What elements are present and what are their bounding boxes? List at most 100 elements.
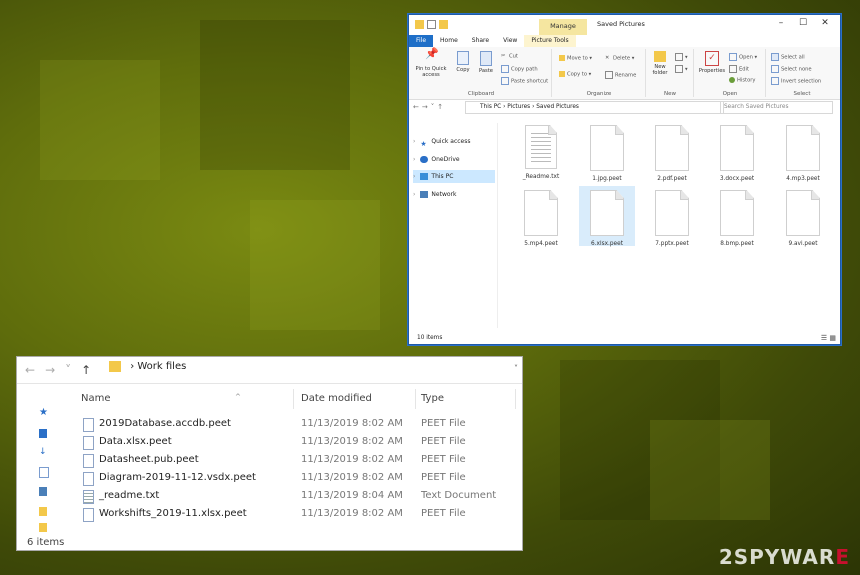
select-all-button[interactable]: Select all — [771, 53, 805, 61]
clipboard-group-label: Clipboard — [467, 91, 495, 97]
file-type: Text Document — [421, 490, 497, 501]
expand-chevron-icon[interactable]: › — [413, 191, 415, 198]
file-tile[interactable]: 8.bmp.peet — [709, 186, 765, 247]
column-type[interactable]: Type — [421, 393, 444, 404]
minimize-button[interactable]: – — [770, 18, 792, 28]
invert-selection-button[interactable]: Invert selection — [771, 77, 821, 85]
file-name: 3.docx.peet — [719, 176, 755, 182]
file-row[interactable]: Workshifts_2019-11.xlsx.peet 11/13/2019 8… — [75, 505, 515, 523]
up-arrow-icon[interactable]: ↑ — [437, 103, 446, 111]
tab-share[interactable]: Share — [465, 35, 496, 47]
back-arrow-icon[interactable]: ← — [413, 103, 422, 111]
expand-chevron-icon[interactable]: › — [413, 156, 415, 163]
expand-chevron-icon[interactable]: › — [413, 173, 415, 180]
nav-item-network[interactable]: › Network — [413, 188, 495, 201]
paste-button[interactable]: Paste — [475, 51, 497, 74]
address-bar[interactable]: This PC › Pictures › Saved Pictures — [465, 101, 724, 114]
file-tile[interactable]: 1.jpg.peet — [579, 121, 635, 182]
nav-label: Quick access — [431, 138, 471, 145]
work-files-window: ← → ˅ ↑ › Work files ˅ ★ ↓ ^ Name Date modi… — [16, 356, 523, 551]
file-tile[interactable]: 7.pptx.peet — [644, 186, 700, 247]
download-icon[interactable]: ↓ — [39, 447, 47, 457]
delete-button[interactable]: ✕ Delete ▾ — [605, 55, 634, 62]
recent-chevron-icon[interactable]: ˅ — [65, 363, 71, 377]
large-icons-view-icon[interactable]: ▦ — [829, 334, 836, 342]
copy-button[interactable]: Copy — [453, 51, 473, 73]
crumb-this-pc[interactable]: This PC — [480, 104, 501, 110]
new-folder-button[interactable]: New folder — [649, 51, 671, 76]
column-divider[interactable] — [415, 389, 416, 409]
pin-icon[interactable]: ★ — [39, 407, 49, 418]
pin-quick-access-button[interactable]: 📌 Pin to Quick access — [413, 48, 449, 78]
tab-file[interactable]: File — [409, 35, 434, 47]
properties-button[interactable]: ✓ Properties — [697, 51, 727, 74]
tab-view[interactable]: View — [496, 35, 524, 47]
close-button[interactable]: ✕ — [814, 18, 836, 28]
tab-picture-tools[interactable]: Picture Tools — [524, 35, 576, 47]
rename-button[interactable]: Rename — [605, 71, 636, 79]
blank-file-icon — [524, 190, 558, 236]
properties-icon[interactable] — [427, 20, 436, 29]
back-arrow-icon[interactable]: ← — [25, 363, 35, 377]
file-tile[interactable]: 6.xlsx.peet — [579, 186, 635, 247]
address-bar[interactable]: › Work files — [105, 361, 505, 378]
file-tile[interactable]: 3.docx.peet — [709, 121, 765, 182]
copy-to-button[interactable]: Copy to ▾ — [559, 71, 591, 78]
history-button[interactable]: History — [729, 77, 755, 84]
picture-icon[interactable] — [39, 487, 47, 496]
crumb-pictures[interactable]: Pictures — [507, 104, 530, 110]
search-input[interactable]: Search Saved Pictures — [720, 101, 833, 114]
file-row[interactable]: Datasheet.pub.peet 11/13/2019 8:02 AM PEET… — [75, 451, 515, 469]
column-name[interactable]: Name — [81, 393, 111, 404]
paste-shortcut-button[interactable]: Paste shortcut — [501, 77, 548, 85]
file-tile[interactable]: 5.mp4.peet — [513, 186, 569, 247]
maximize-button[interactable]: ☐ — [792, 18, 814, 28]
folder-icon[interactable] — [415, 20, 424, 29]
forward-arrow-icon[interactable]: → — [422, 103, 431, 111]
crumb-saved-pictures[interactable]: Saved Pictures — [536, 104, 579, 110]
edit-button[interactable]: Edit — [729, 65, 749, 73]
folder-icon[interactable] — [39, 507, 47, 516]
cut-label: Cut — [509, 53, 518, 60]
file-date: 11/13/2019 8:02 AM — [301, 454, 403, 465]
file-type: PEET File — [421, 436, 466, 447]
file-tile[interactable]: 9.avi.peet — [775, 186, 831, 247]
select-all-icon — [771, 53, 779, 61]
easy-access-button[interactable]: ▾ — [675, 65, 688, 73]
new-item-button[interactable]: ▾ — [675, 53, 688, 61]
column-header-row: ^ Name Date modified Type — [75, 387, 516, 409]
column-divider[interactable] — [293, 389, 294, 409]
open-button[interactable]: Open ▾ — [729, 53, 757, 61]
new-folder-icon[interactable] — [439, 20, 448, 29]
manage-tab-header[interactable]: Manage — [539, 19, 587, 35]
file-row[interactable]: Diagram-2019-11-12.vsdx.peet 11/13/2019 8… — [75, 469, 515, 487]
file-row[interactable]: _readme.txt 11/13/2019 8:04 AM Text Docume… — [75, 487, 515, 505]
nav-item-quick-access[interactable]: › ★ Quick access — [413, 135, 495, 148]
move-to-button[interactable]: Move to ▾ — [559, 55, 592, 62]
file-tile[interactable]: 4.mp3.peet — [775, 121, 831, 182]
up-arrow-icon[interactable]: ↑ — [81, 363, 91, 377]
file-date: 11/13/2019 8:02 AM — [301, 418, 403, 429]
column-date-modified[interactable]: Date modified — [301, 393, 372, 404]
select-none-button[interactable]: Select none — [771, 65, 812, 73]
nav-item-onedrive[interactable]: › OneDrive — [413, 153, 495, 166]
nav-item-this-pc[interactable]: › This PC — [413, 170, 495, 183]
tab-home[interactable]: Home — [433, 35, 465, 47]
cut-button[interactable]: ✂ Cut — [501, 53, 518, 60]
select-all-label: Select all — [781, 54, 805, 61]
file-row[interactable]: 2019Database.accdb.peet 11/13/2019 8:02 A… — [75, 415, 515, 433]
column-divider[interactable] — [515, 389, 516, 409]
expand-chevron-icon[interactable]: › — [413, 138, 415, 145]
copy-path-button[interactable]: Copy path — [501, 65, 538, 73]
details-view-icon[interactable]: ☰ — [821, 334, 827, 342]
new-folder-label: New folder — [652, 64, 668, 76]
address-dropdown-icon[interactable]: ˅ — [514, 364, 518, 373]
file-tile[interactable]: 2.pdf.peet — [644, 121, 700, 182]
file-row[interactable]: Data.xlsx.peet 11/13/2019 8:02 AM PEET Fil… — [75, 433, 515, 451]
crumb-work-files[interactable]: Work files — [137, 361, 186, 372]
nav-item-icon[interactable] — [39, 429, 47, 438]
document-icon[interactable] — [39, 467, 49, 478]
folder-icon[interactable] — [39, 523, 47, 532]
file-tile[interactable]: _Readme.txt — [513, 121, 569, 181]
forward-arrow-icon[interactable]: → — [45, 363, 55, 377]
